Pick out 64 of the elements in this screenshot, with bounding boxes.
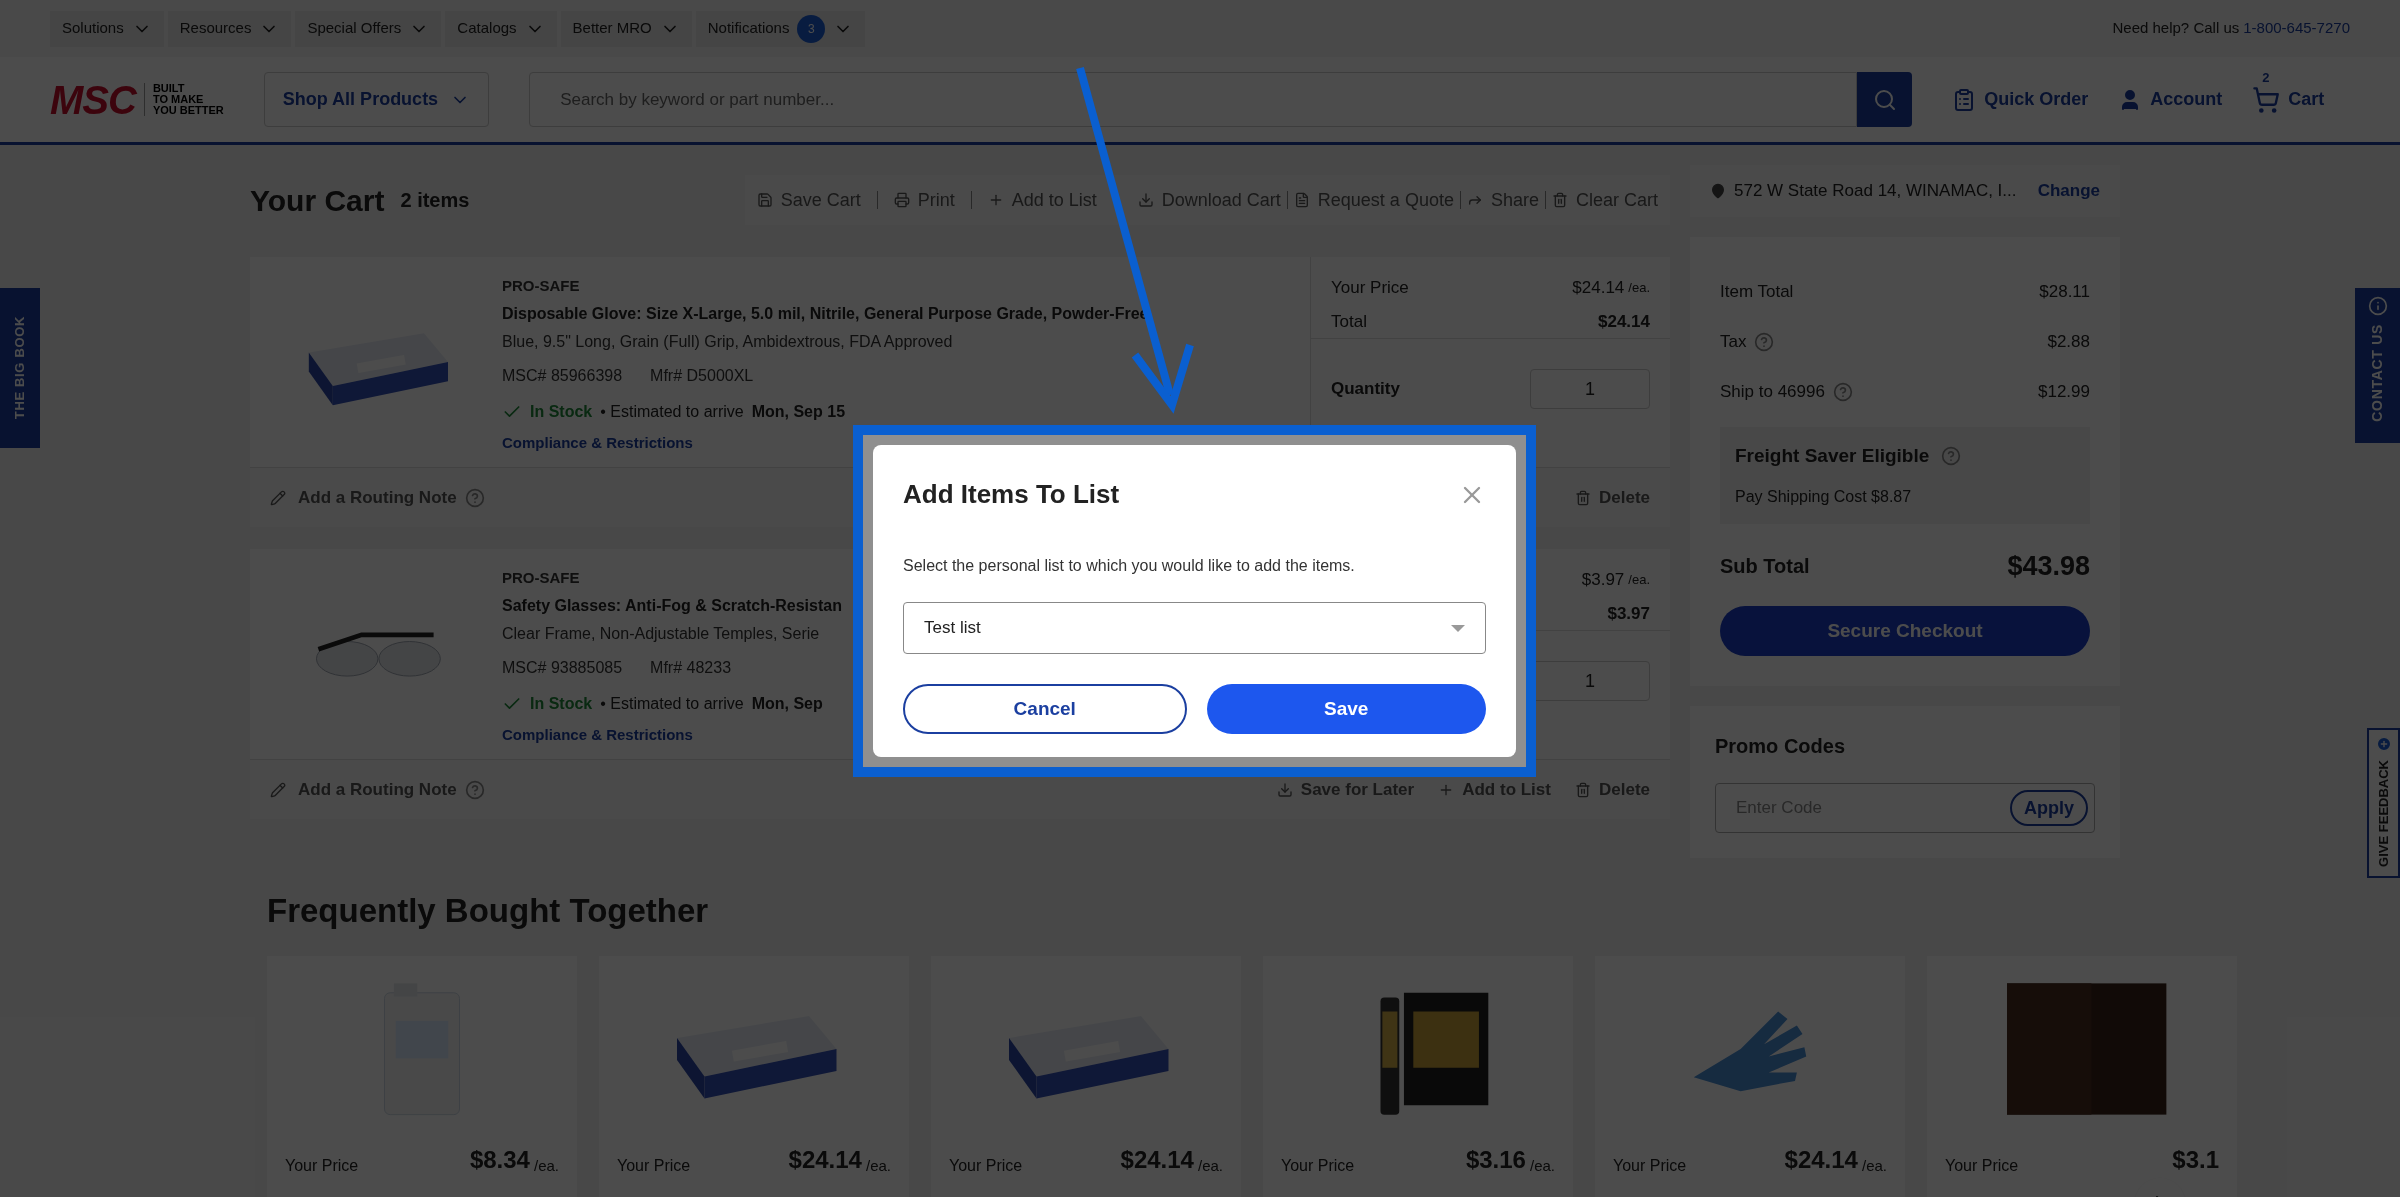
summary-value: $2.88 [2047,331,2090,354]
shipping-address: 572 W State Road 14, WINAMAC, I... [1734,180,2017,203]
page-title: Your Cart [250,182,385,219]
save-button[interactable]: Save [1206,684,1486,734]
stock-status: In Stock [530,401,593,422]
unit-label: /ea. [1197,1156,1223,1176]
card-price: $24.14 [1784,1144,1858,1175]
msc-number: MSC# 93885085 [502,657,623,678]
dialog-text: Select the personal list to which you would like to add the items. [903,556,1356,576]
card-price: $8.34 [469,1144,530,1175]
list-select[interactable]: Test list [903,602,1486,654]
cancel-button[interactable]: Cancel [903,684,1187,734]
brand-name: PRO-SAFE [502,568,580,588]
total-price: $3.97 [1607,602,1650,625]
dropdown-caret-icon [1451,624,1465,632]
section-title: Frequently Bought Together [267,892,709,929]
stock-status: In Stock [530,693,593,714]
card-price: $24.14 [1120,1144,1194,1175]
unit-label: /ea. [1861,1156,1887,1176]
unit-label: /ea. [1628,279,1650,297]
unit-label: /ea. [533,1156,559,1176]
card-price: $3.16 [1465,1144,1526,1175]
promo-title: Promo Codes [1715,734,1847,759]
product-description: Clear Frame, Non-Adjustable Temples, Serie [502,623,820,644]
msc-number: MSC# 85966398 [502,365,623,386]
price-label: Your Price [617,1155,691,1176]
quantity-label: Quantity [1331,378,1400,401]
delivery-date: Mon, Sep [751,693,823,714]
freight-saver-title: Freight Saver Eligible [1735,444,1930,468]
card-price: $3.1 [2172,1144,2219,1175]
summary-value: $28.11 [2039,281,2090,304]
subtotal-label: Sub Total [1720,553,1810,579]
subtotal-value: $43.98 [2007,549,2090,583]
unit-label: /ea. [1529,1156,1555,1176]
delivery-estimate: • Estimated to arrive [600,693,744,714]
delivery-date: Mon, Sep 15 [751,401,846,422]
total-price: $24.14 [1598,310,1650,333]
unit-label: /ea. [865,1156,891,1176]
delivery-estimate: • Estimated to arrive [600,401,744,422]
dialog-title: Add Items To List [903,478,1120,511]
help-text: Need help? Call us [2112,18,2240,39]
card-price: $24.14 [788,1144,862,1175]
unit-label: /ea. [1628,571,1650,589]
product-description: Blue, 9.5" Long, Grain (Full) Grip, Ambidextrous, FDA Approved [502,331,953,352]
unit-price: $24.14 [1572,277,1625,299]
price-label: Your Price [1331,277,1409,299]
price-label: Your Price [1281,1155,1355,1176]
shipping-cost-text: Pay Shipping Cost $8.87 [1735,486,1913,507]
unit-price: $3.97 [1581,569,1625,591]
mfr-number: Mfr# 48233 [650,657,732,678]
summary-label: Tax [1720,331,1747,354]
summary-label: Item Total [1720,281,1794,304]
item-count: 2 items [400,188,470,213]
cart-count: 2 [2262,68,2270,87]
summary-label: Ship to 46996 [1720,381,1825,404]
notifications-label: Notifications [707,18,790,39]
mfr-number: Mfr# D5000XL [650,365,754,386]
summary-value: $12.99 [2038,381,2090,404]
price-label: Your Price [949,1155,1023,1176]
price-label: Your Price [285,1155,359,1176]
brand-name: PRO-SAFE [502,276,580,296]
price-label: Your Price [1613,1155,1687,1176]
total-label: Total [1331,310,1367,333]
price-label: Your Price [1945,1155,2019,1176]
